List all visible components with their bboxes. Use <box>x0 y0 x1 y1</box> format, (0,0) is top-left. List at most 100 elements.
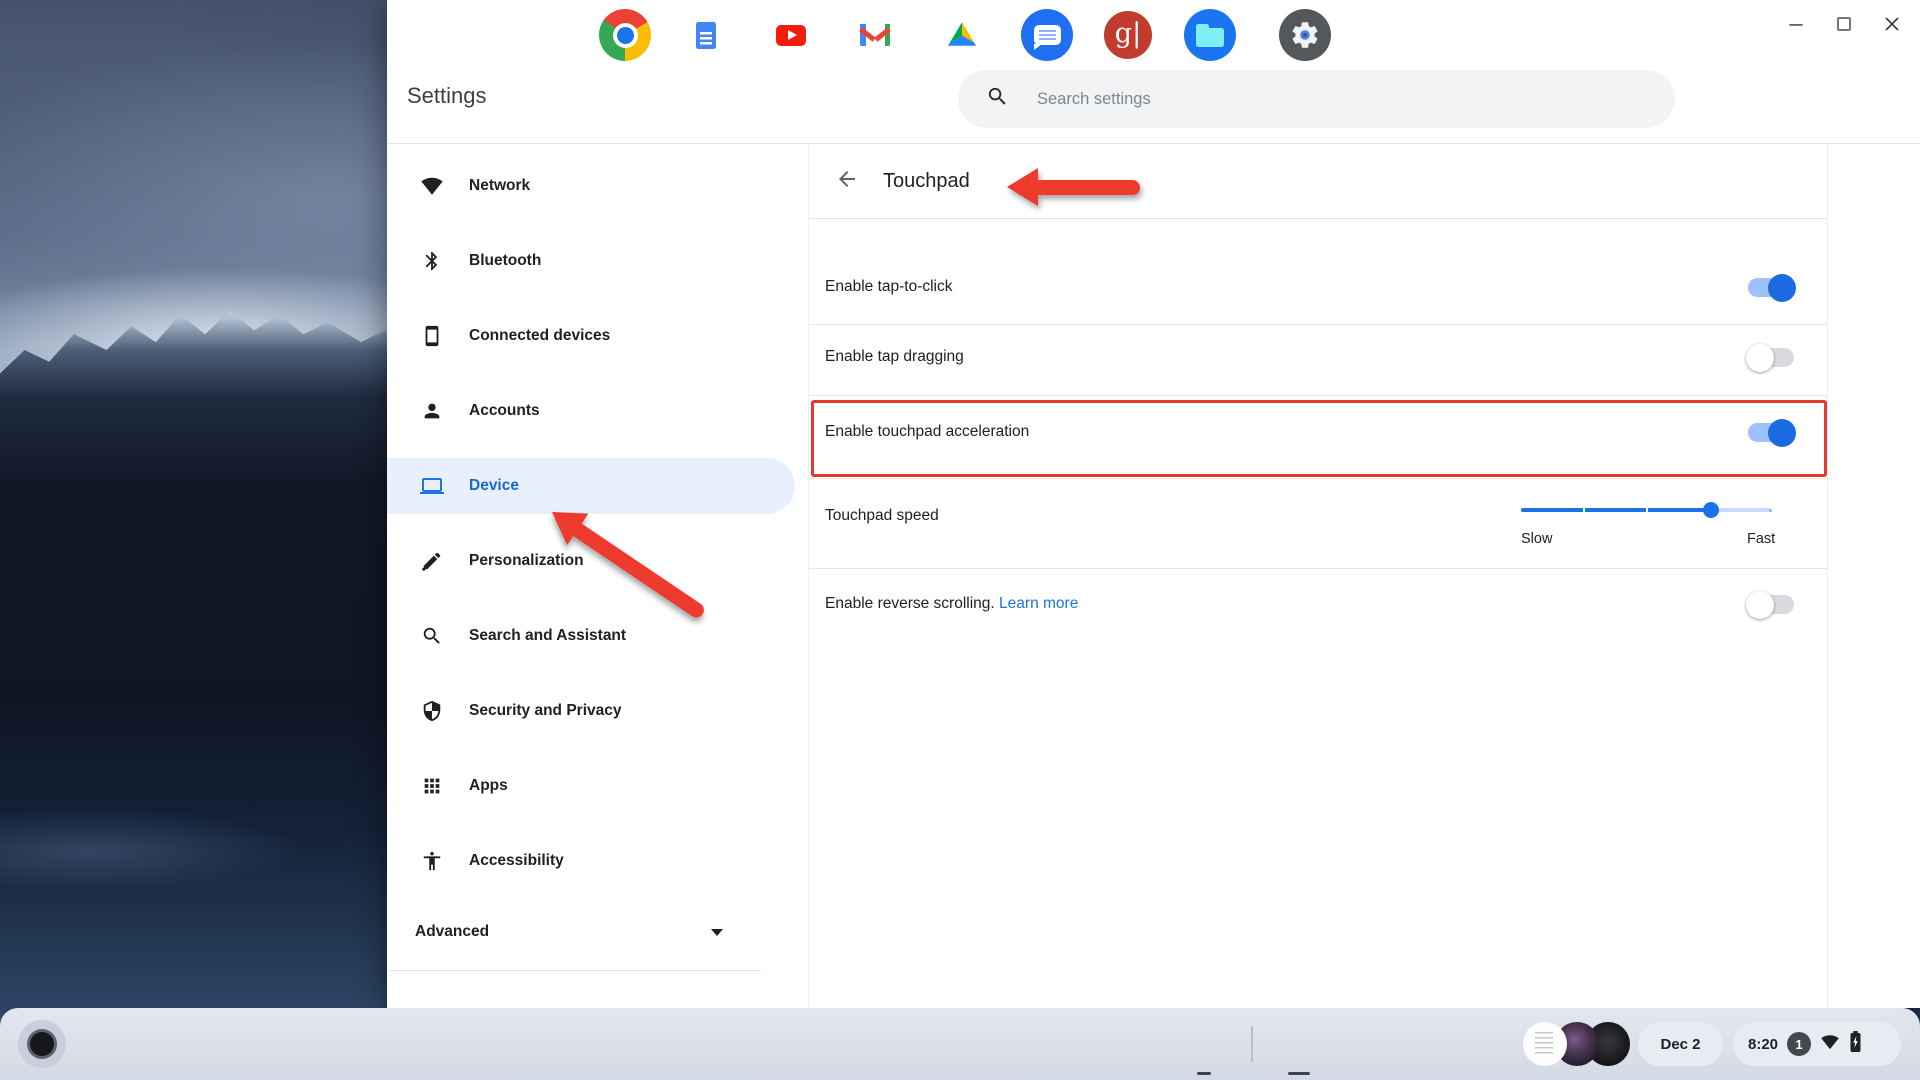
toggle-tap-to-click[interactable] <box>1748 273 1796 302</box>
sidebar-item-label: Search and Assistant <box>469 627 627 644</box>
subpage-header: Touchpad <box>809 144 1827 219</box>
setting-label-tap-dragging: Enable tap dragging <box>825 348 964 365</box>
apps-grid-icon <box>420 774 444 798</box>
slider-tick <box>1646 508 1648 512</box>
running-indicator-settings <box>1288 1072 1310 1075</box>
settings-sidebar: Network Bluetooth Connected devices Acco… <box>387 144 808 1008</box>
window-controls <box>1784 12 1904 36</box>
sidebar-item-label: Apps <box>469 777 508 794</box>
shelf-app-messages[interactable] <box>1021 9 1073 61</box>
slider-end-dot <box>1769 508 1772 512</box>
sidebar-item-label: Device <box>469 477 519 494</box>
row-divider <box>809 395 1827 396</box>
row-divider <box>809 324 1827 325</box>
shelf-app-chrome[interactable] <box>599 9 651 61</box>
settings-window: Settings Network Bluetooth <box>387 0 1920 1008</box>
accessibility-icon <box>420 849 444 873</box>
messages-icon <box>1033 25 1061 50</box>
laptop-icon <box>420 474 444 498</box>
shield-icon <box>420 699 444 723</box>
person-icon <box>420 399 444 423</box>
sidebar-item-personalization[interactable]: Personalization <box>387 533 795 589</box>
sidebar-item-search-assistant[interactable]: Search and Assistant <box>387 608 795 664</box>
shelf-app-gmail[interactable] <box>849 9 901 61</box>
sidebar-item-device[interactable]: Device <box>387 458 795 514</box>
row-divider <box>809 478 1827 479</box>
shelf-app-docs[interactable] <box>680 9 732 61</box>
date-pill[interactable]: Dec 2 <box>1638 1022 1723 1066</box>
setting-label-reverse-scrolling: Enable reverse scrolling. Learn more <box>825 595 1079 612</box>
setting-label-touchpad-acceleration: Enable touchpad acceleration <box>825 423 1030 440</box>
youtube-icon <box>776 24 806 46</box>
sidebar-item-network[interactable]: Network <box>387 158 795 214</box>
learn-more-link[interactable]: Learn more <box>999 595 1078 612</box>
minimize-button[interactable] <box>1784 12 1808 36</box>
sidebar-item-label: Security and Privacy <box>469 702 622 719</box>
wifi-icon <box>420 174 444 198</box>
setting-label-touchpad-speed: Touchpad speed <box>825 507 939 524</box>
chevron-down-icon <box>711 928 723 936</box>
slider-tick <box>1583 508 1585 512</box>
slider-max-label: Fast <box>1747 531 1776 547</box>
sidebar-item-security-privacy[interactable]: Security and Privacy <box>387 683 795 739</box>
maximize-button[interactable] <box>1832 12 1856 36</box>
sidebar-item-accessibility[interactable]: Accessibility <box>387 833 795 889</box>
settings-gear-icon <box>1292 22 1318 48</box>
advanced-label: Advanced <box>415 923 490 940</box>
paint-pen-icon <box>420 549 444 573</box>
search-input[interactable] <box>1035 88 1539 110</box>
sidebar-item-accounts[interactable]: Accounts <box>387 383 795 439</box>
slider-fill <box>1521 508 1711 512</box>
touchpad-speed-slider[interactable] <box>1521 502 1772 518</box>
sidebar-item-label: Accounts <box>469 402 540 419</box>
date-label: Dec 2 <box>1660 1035 1701 1053</box>
touchpad-settings-panel: Touchpad Enable tap-to-click Enable tap … <box>808 144 1828 1008</box>
sidebar-divider <box>389 970 761 971</box>
sidebar-item-bluetooth[interactable]: Bluetooth <box>387 233 795 289</box>
shelf-app-drive[interactable] <box>936 9 988 61</box>
shelf-app-files[interactable] <box>1184 9 1236 61</box>
sidebar-item-label: Network <box>469 177 531 194</box>
gmail-icon <box>859 24 891 46</box>
folder-icon <box>1196 23 1224 47</box>
sidebar-item-label: Accessibility <box>469 852 564 869</box>
setting-label-tap-to-click: Enable tap-to-click <box>825 278 953 295</box>
docs-icon <box>696 21 716 49</box>
toggle-touchpad-acceleration[interactable] <box>1748 418 1796 447</box>
drive-icon <box>947 22 977 46</box>
battery-charging-icon <box>1849 1030 1862 1058</box>
shelf-app-google-scholar[interactable]: g| <box>1102 9 1154 61</box>
toggle-tap-dragging[interactable] <box>1746 343 1794 372</box>
back-button[interactable] <box>835 167 859 196</box>
toggle-reverse-scrolling[interactable] <box>1746 590 1794 619</box>
running-indicator-files <box>1197 1072 1211 1075</box>
sidebar-item-apps[interactable]: Apps <box>387 758 795 814</box>
sidebar-item-label: Personalization <box>469 552 584 569</box>
notification-badge: 1 <box>1787 1032 1812 1056</box>
row-divider <box>809 568 1827 569</box>
launcher-button[interactable] <box>18 1020 66 1068</box>
launcher-icon <box>27 1029 57 1059</box>
google-scholar-icon: g| <box>1114 18 1142 49</box>
app-title: Settings <box>407 83 487 108</box>
shelf-separator <box>1251 1026 1253 1062</box>
page-title: Touchpad <box>883 169 970 192</box>
shelf-app-youtube[interactable] <box>765 9 817 61</box>
bluetooth-icon <box>420 249 444 273</box>
slider-knob[interactable] <box>1703 502 1719 518</box>
clock-label: 8:20 <box>1748 1035 1779 1053</box>
search-icon <box>420 624 444 648</box>
search-bar[interactable] <box>958 70 1675 128</box>
slider-min-label: Slow <box>1521 531 1553 547</box>
sidebar-item-connected-devices[interactable]: Connected devices <box>387 308 795 364</box>
shelf <box>0 1008 1920 1080</box>
sidebar-advanced-expander[interactable]: Advanced <box>387 904 795 960</box>
close-button[interactable] <box>1880 12 1904 36</box>
status-tray[interactable]: 8:20 1 <box>1733 1022 1901 1066</box>
chrome-icon <box>612 22 638 48</box>
shelf-app-settings[interactable] <box>1279 9 1331 61</box>
recent-window-thumb-1[interactable] <box>1523 1022 1567 1066</box>
sidebar-item-label: Bluetooth <box>469 252 542 269</box>
search-icon <box>986 85 1009 113</box>
wifi-status-icon <box>1820 1033 1840 1056</box>
